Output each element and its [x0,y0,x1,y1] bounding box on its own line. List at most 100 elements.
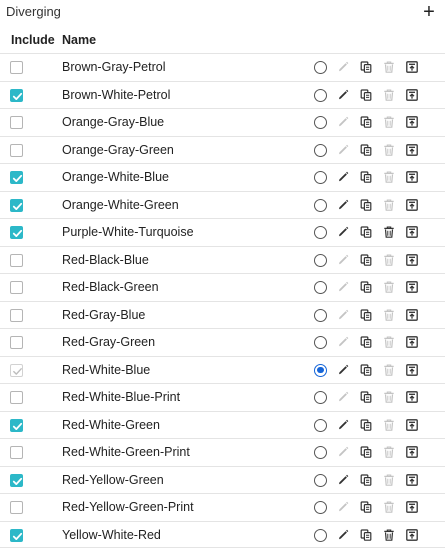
default-radio[interactable] [314,501,327,514]
export-icon[interactable] [405,115,419,129]
default-radio[interactable] [314,473,327,487]
duplicate-icon[interactable] [359,280,373,294]
duplicate-icon[interactable] [359,143,373,157]
duplicate-icon[interactable] [359,115,373,129]
default-radio[interactable] [314,226,327,239]
diverging-palettes-panel: Diverging + Include Name Brown-Gray-Petr… [0,0,445,554]
duplicate-icon[interactable] [359,500,373,514]
duplicate-icon[interactable] [359,198,373,212]
duplicate-icon[interactable] [359,308,373,322]
table-row: Red-Black-Green [0,273,445,301]
export-icon[interactable] [405,170,419,184]
include-checkbox[interactable] [10,116,23,129]
duplicate-icon[interactable] [359,363,373,377]
table-row: Purple-White-Turquoise [0,218,445,246]
include-checkbox[interactable] [10,446,23,459]
include-checkbox[interactable] [10,308,23,322]
include-checkbox[interactable] [10,391,23,404]
section-title: Diverging [6,4,61,19]
duplicate-icon[interactable] [359,390,373,404]
palette-name: Red-Yellow-Green [62,472,164,487]
default-radio[interactable] [314,253,327,267]
default-radio[interactable] [314,446,327,459]
duplicate-icon[interactable] [359,225,373,239]
edit-icon[interactable] [336,363,350,377]
duplicate-icon[interactable] [359,445,373,459]
export-icon[interactable] [405,528,419,542]
include-checkbox[interactable] [10,171,23,184]
include-checkbox[interactable] [10,61,23,74]
default-radio[interactable] [314,171,327,184]
export-icon[interactable] [405,473,419,487]
default-radio[interactable] [314,281,327,294]
export-icon[interactable] [405,198,419,212]
edit-icon[interactable] [336,170,350,184]
duplicate-icon[interactable] [359,60,373,74]
export-icon[interactable] [405,418,419,432]
palette-name: Red-White-Green [62,417,160,432]
duplicate-icon[interactable] [359,335,373,349]
table-row: Orange-White-Blue [0,163,445,191]
default-radio[interactable] [314,418,327,432]
edit-icon[interactable] [336,88,350,102]
duplicate-icon[interactable] [359,253,373,267]
duplicate-icon[interactable] [359,418,373,432]
default-radio[interactable] [314,391,327,404]
default-radio[interactable] [314,363,327,377]
include-checkbox[interactable] [10,88,23,102]
include-checkbox[interactable] [10,501,23,514]
delete-icon[interactable] [382,528,396,542]
export-icon[interactable] [405,308,419,322]
include-checkbox[interactable] [10,226,23,239]
default-radio[interactable] [314,116,327,129]
export-icon[interactable] [405,60,419,74]
default-radio[interactable] [314,88,327,102]
palette-name: Red-Black-Blue [62,252,149,267]
default-radio[interactable] [314,528,327,542]
export-icon[interactable] [405,143,419,157]
export-icon[interactable] [405,225,419,239]
include-column-header: Include [11,33,55,47]
palette-name: Brown-Gray-Petrol [62,60,166,74]
edit-icon[interactable] [336,528,350,542]
edit-icon[interactable] [336,198,350,212]
palette-name: Red-Yellow-Green-Print [62,500,194,514]
edit-icon [336,280,350,294]
edit-icon [336,308,350,322]
export-icon[interactable] [405,335,419,349]
include-checkbox[interactable] [10,528,23,542]
delete-icon[interactable] [382,225,396,239]
export-icon[interactable] [405,363,419,377]
edit-icon[interactable] [336,225,350,239]
export-icon[interactable] [405,88,419,102]
duplicate-icon[interactable] [359,528,373,542]
include-checkbox[interactable] [10,281,23,294]
export-icon[interactable] [405,280,419,294]
default-radio[interactable] [314,61,327,74]
edit-icon[interactable] [336,418,350,432]
include-checkbox[interactable] [10,473,23,487]
edit-icon[interactable] [336,473,350,487]
include-checkbox[interactable] [10,253,23,267]
palette-list: Brown-Gray-Petrol Brown-White-Petrol Orang… [0,53,445,548]
export-icon[interactable] [405,253,419,267]
default-radio[interactable] [314,143,327,157]
include-checkbox[interactable] [10,336,23,349]
default-radio[interactable] [314,336,327,349]
include-checkbox[interactable] [10,143,23,157]
default-radio[interactable] [314,308,327,322]
delete-icon [382,363,396,377]
duplicate-icon[interactable] [359,88,373,102]
default-radio[interactable] [314,198,327,212]
table-row: Orange-White-Green [0,190,445,219]
include-checkbox[interactable] [10,418,23,432]
duplicate-icon[interactable] [359,170,373,184]
table-row: Red-Gray-Blue [0,300,445,329]
duplicate-icon[interactable] [359,473,373,487]
table-row: Orange-Gray-Green [0,135,445,164]
export-icon[interactable] [405,390,419,404]
export-icon[interactable] [405,445,419,459]
export-icon[interactable] [405,500,419,514]
add-palette-button[interactable]: + [419,2,439,22]
include-checkbox[interactable] [10,198,23,212]
